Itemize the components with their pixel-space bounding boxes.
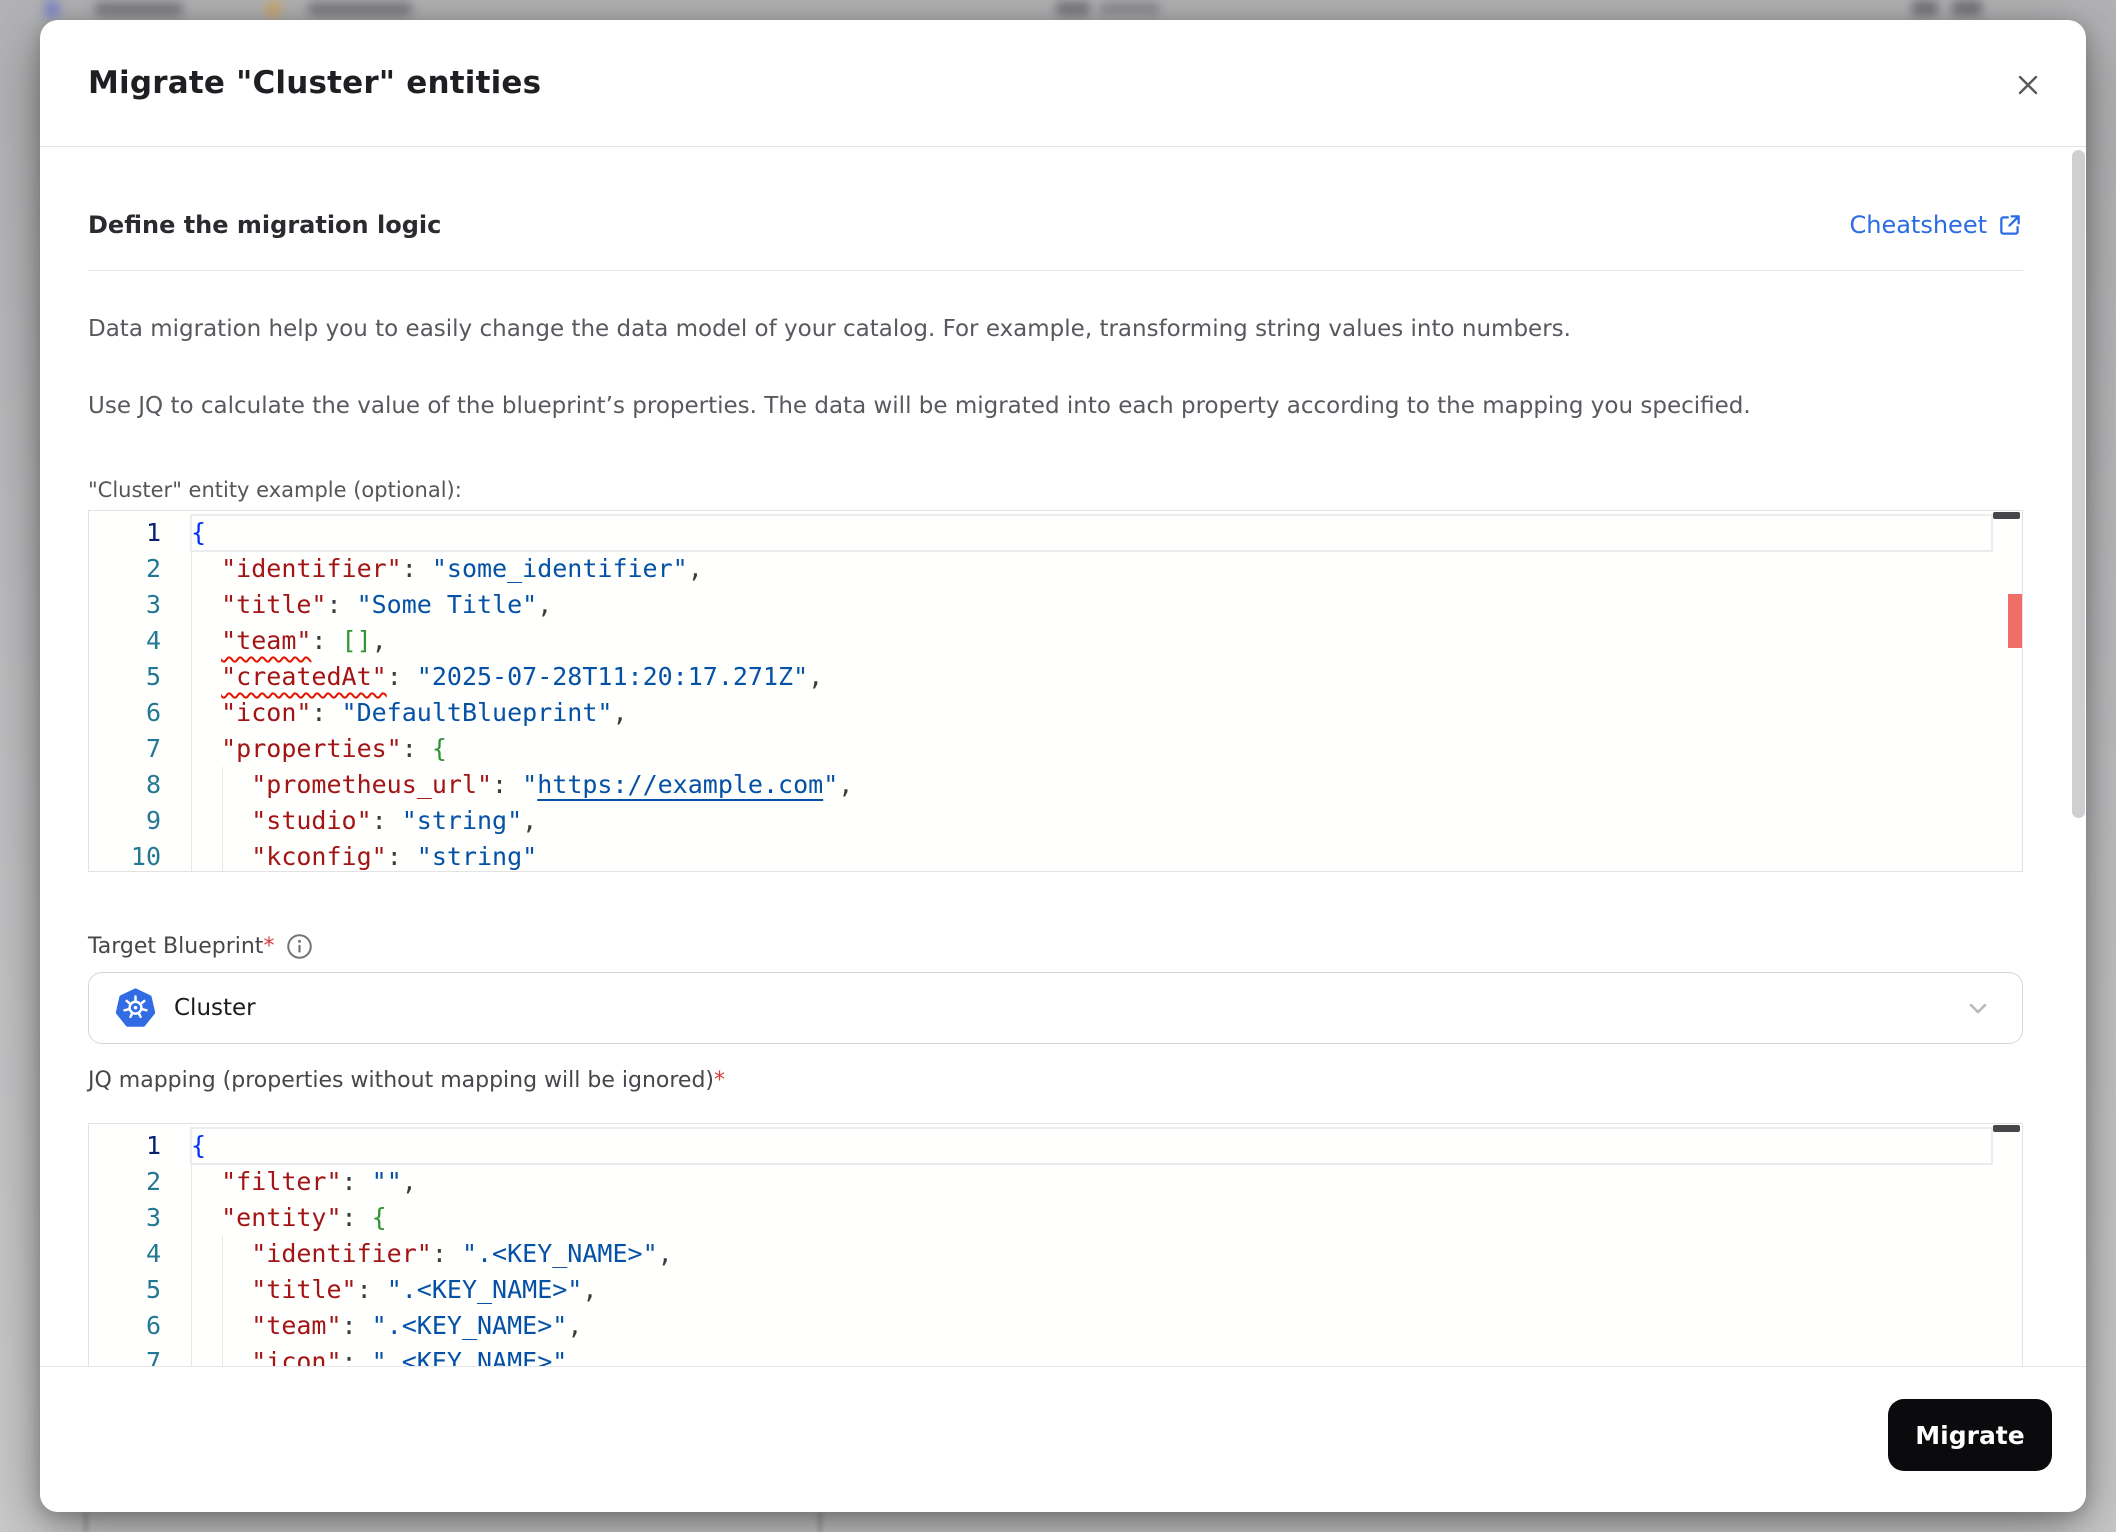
- section-heading: Define the migration logic: [88, 211, 442, 239]
- line-number: 2: [145, 1167, 161, 1196]
- code-line: "filter": "",: [221, 1167, 417, 1196]
- code-line: "icon": "DefaultBlueprint",: [221, 698, 628, 727]
- code-line: "prometheus_url": "https://example.com",: [251, 770, 854, 799]
- description-paragraph-2: Use JQ to calculate the value of the blu…: [88, 393, 1751, 419]
- backdrop-text-blur: [308, 2, 412, 16]
- line-number: 1: [145, 518, 161, 547]
- dialog-footer: Migrate: [40, 1366, 2086, 1512]
- target-blueprint-select[interactable]: Cluster: [88, 972, 2023, 1044]
- info-icon[interactable]: [286, 933, 313, 960]
- close-button[interactable]: [2006, 63, 2050, 107]
- line-number: 3: [145, 1203, 161, 1232]
- backdrop-divider: [84, 1512, 88, 1532]
- backdrop-text-blur: [95, 2, 183, 16]
- line-number-gutter: 1 2 3 4 5 6 7 8 9 10: [89, 515, 161, 871]
- code-content: { "filter": "", "entity": { "identifier"…: [190, 1127, 1993, 1366]
- external-link-icon: [2000, 215, 2020, 235]
- line-number: 7: [145, 1347, 161, 1366]
- dialog-header: Migrate "Cluster" entities: [40, 20, 2086, 147]
- backdrop-yellow-icon: [266, 0, 281, 18]
- target-blueprint-label: Target Blueprint*: [88, 933, 275, 959]
- line-number: 6: [145, 1311, 161, 1340]
- dialog-body: Define the migration logic Cheatsheet Da…: [40, 148, 2086, 1366]
- code-line: "entity": {: [221, 1203, 387, 1232]
- code-line: "studio": "string",: [251, 806, 538, 835]
- kubernetes-icon: [115, 987, 156, 1027]
- line-number: 10: [130, 842, 161, 871]
- editor-scrollbar-thumb[interactable]: [1993, 1125, 2020, 1132]
- line-number: 6: [145, 698, 161, 727]
- code-line: "icon": ".<KEY_NAME>",: [251, 1347, 583, 1366]
- code-line: "kconfig": "string": [251, 842, 538, 871]
- entity-example-code-editor[interactable]: 1 2 3 4 5 6 7 8 9 10 { "identifier": "some_identi…: [88, 510, 2023, 872]
- target-blueprint-value: Cluster: [174, 995, 256, 1021]
- code-line: "identifier": ".<KEY_NAME>",: [251, 1239, 673, 1268]
- close-icon: [2018, 75, 2038, 95]
- jq-mapping-code-editor[interactable]: 1 2 3 4 5 6 7 { "filter": "", "entity": { "ide…: [88, 1123, 2023, 1366]
- line-number: 5: [145, 1275, 161, 1304]
- code-content: { "identifier": "some_identifier", "titl…: [190, 514, 1993, 871]
- cheatsheet-label: Cheatsheet: [1849, 211, 1987, 239]
- section-divider: [88, 270, 2023, 271]
- cheatsheet-link[interactable]: Cheatsheet: [1849, 211, 2023, 239]
- dialog-scrollbar-thumb[interactable]: [2072, 150, 2085, 818]
- backdrop-control-blur: [1952, 0, 1982, 16]
- code-line: {: [190, 1127, 1993, 1165]
- backdrop-search-blur: [1100, 2, 1160, 15]
- code-line: "title": "Some Title",: [221, 590, 553, 619]
- required-asterisk: *: [714, 1068, 725, 1093]
- description-paragraph-1: Data migration help you to easily change…: [88, 316, 1571, 342]
- backdrop-divider: [818, 1512, 822, 1532]
- migrate-entities-dialog: Migrate "Cluster" entities Define the mi…: [40, 20, 2086, 1512]
- line-number: 3: [145, 590, 161, 619]
- line-number: 5: [145, 662, 161, 691]
- code-line: "title": ".<KEY_NAME>",: [251, 1275, 598, 1304]
- backdrop-search-blur: [1056, 1, 1090, 16]
- dialog-title: Migrate "Cluster" entities: [88, 65, 542, 101]
- target-blueprint-label-row: Target Blueprint*: [88, 928, 313, 964]
- chevron-down-icon: [1969, 1003, 1987, 1014]
- entity-example-label: "Cluster" entity example (optional):: [88, 478, 462, 502]
- code-line: "identifier": "some_identifier",: [221, 554, 703, 583]
- backdrop-blue-icon: [44, 0, 60, 18]
- required-asterisk: *: [263, 933, 275, 959]
- code-line: "properties": {: [221, 734, 447, 763]
- error-overview-marker: [2008, 594, 2022, 648]
- code-line: {: [190, 514, 1993, 552]
- editor-scrollbar-thumb[interactable]: [1993, 512, 2020, 519]
- line-number: 7: [145, 734, 161, 763]
- code-line: "team": ".<KEY_NAME>",: [251, 1311, 583, 1340]
- line-number: 4: [145, 1239, 161, 1268]
- line-number-gutter: 1 2 3 4 5 6 7: [89, 1128, 161, 1366]
- line-number: 4: [145, 626, 161, 655]
- line-number: 1: [145, 1131, 161, 1160]
- jq-mapping-label: JQ mapping (properties without mapping w…: [88, 1068, 725, 1093]
- line-number: 8: [145, 770, 161, 799]
- code-line: "team": [],: [221, 626, 387, 655]
- line-number: 2: [145, 554, 161, 583]
- backdrop-control-blur: [1912, 0, 1938, 16]
- migrate-button[interactable]: Migrate: [1888, 1399, 2052, 1471]
- line-number: 9: [145, 806, 161, 835]
- code-line: "createdAt": "2025-07-28T11:20:17.271Z",: [221, 662, 824, 691]
